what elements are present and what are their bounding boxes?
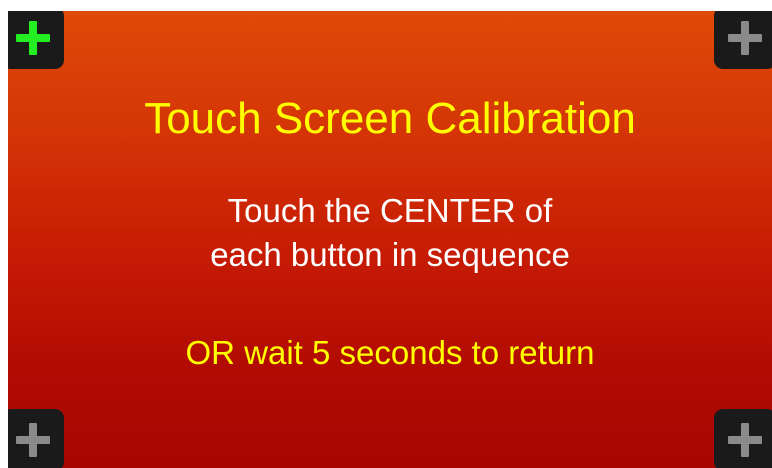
instructions-line-2: each button in sequence — [210, 236, 570, 273]
plus-icon — [728, 423, 762, 457]
timeout-message: OR wait 5 seconds to return — [185, 334, 595, 371]
calibration-target-top-right[interactable] — [714, 11, 772, 69]
calibration-screen: Touch Screen Calibration Touch the CENTE… — [8, 11, 772, 468]
plus-icon — [16, 21, 50, 55]
calibration-target-top-left[interactable] — [8, 11, 64, 69]
calibration-target-bottom-left[interactable] — [8, 409, 64, 468]
plus-icon — [16, 423, 50, 457]
page-title: Touch Screen Calibration — [144, 94, 636, 143]
calibration-target-bottom-right[interactable] — [714, 409, 772, 468]
instructions: Touch the CENTER of each button in seque… — [8, 189, 772, 277]
plus-icon — [728, 21, 762, 55]
instructions-line-1: Touch the CENTER of — [227, 192, 553, 229]
